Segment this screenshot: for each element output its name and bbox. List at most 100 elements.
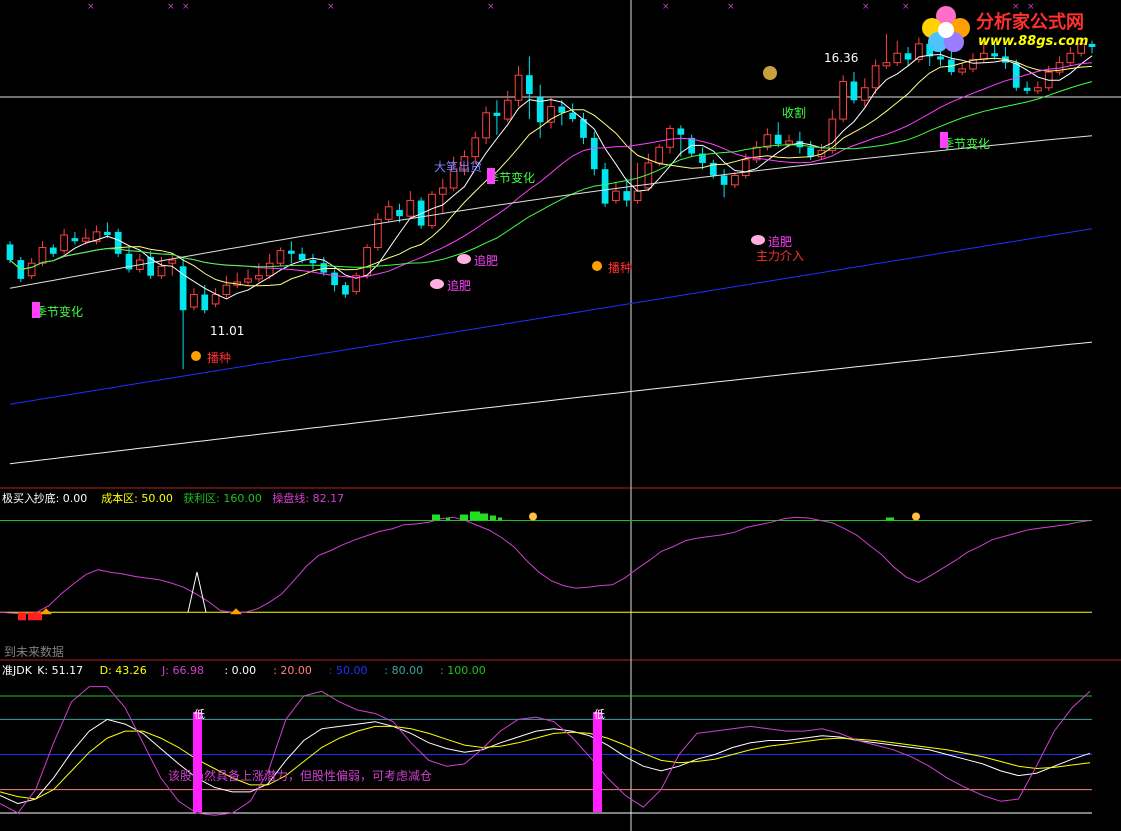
candle-body xyxy=(27,262,36,277)
candle-body xyxy=(871,65,880,89)
profit-bar xyxy=(470,511,480,521)
candle-body xyxy=(396,209,403,217)
runner-icon xyxy=(529,512,537,521)
low-signal-bar xyxy=(593,712,602,812)
low-signal-bar xyxy=(193,712,202,812)
top-marker: × xyxy=(487,2,495,12)
candle-body xyxy=(276,250,285,264)
candle-body xyxy=(774,134,782,145)
candle xyxy=(633,162,642,204)
candle-body xyxy=(785,140,793,145)
chart-annotation-season: 季节变化 xyxy=(35,304,83,319)
candle-body xyxy=(244,278,252,283)
logo-url: www.88gs.com xyxy=(978,34,1089,49)
candle-body xyxy=(741,159,750,176)
candle-body xyxy=(547,106,555,123)
d-line xyxy=(0,725,1091,800)
candle-body xyxy=(342,285,349,295)
candle-body xyxy=(298,253,306,261)
candle xyxy=(135,253,144,273)
stock-chart[interactable]: × × × × × × × × × × × 极买入抄底: 0.00 成本区: 50.00 获利区: 16… xyxy=(0,0,1121,831)
candle-body xyxy=(190,294,198,308)
candle xyxy=(699,147,706,170)
candles xyxy=(6,33,1096,370)
candle-body xyxy=(438,187,447,195)
profit-bar xyxy=(460,514,468,521)
candle-body xyxy=(612,190,620,202)
top-marker: × xyxy=(662,2,670,12)
candle xyxy=(471,131,480,163)
candle-body xyxy=(937,56,944,60)
candle-body xyxy=(590,137,598,170)
money-bag-icon xyxy=(763,66,777,80)
top-marker: × xyxy=(727,2,735,12)
chart-annotation-signal: 主力介入 xyxy=(756,249,804,263)
candle-body xyxy=(601,169,609,204)
candle-body xyxy=(81,237,90,242)
season-marker xyxy=(940,132,948,148)
candle xyxy=(374,213,382,251)
candle-body xyxy=(958,68,967,73)
candle xyxy=(752,141,761,163)
candle-body xyxy=(471,137,480,158)
candle-body xyxy=(882,62,891,67)
logo-title: 分析家公式网 xyxy=(976,12,1084,33)
top-marker: × xyxy=(182,2,190,12)
indicator2-header-item: K: 51.17 xyxy=(37,664,83,677)
ma20-line xyxy=(9,62,1093,279)
candle-body xyxy=(482,112,490,139)
candle-body xyxy=(1023,87,1031,91)
chart-annotation-season: 季节变化 xyxy=(942,136,990,151)
candle-body xyxy=(569,112,576,120)
candle-body xyxy=(904,53,912,60)
indicator2-header-item: J: 66.98 xyxy=(161,664,204,677)
candle xyxy=(331,269,338,292)
top-marker: × xyxy=(167,2,175,12)
candle-body xyxy=(839,80,847,120)
chart-annotation-signal: 收割 xyxy=(782,105,806,120)
candle xyxy=(850,72,858,104)
profit-bar xyxy=(446,517,450,521)
candle xyxy=(590,131,598,176)
candle xyxy=(612,181,620,204)
flower-logo-icon xyxy=(922,6,970,52)
candle-body xyxy=(309,260,317,264)
indicator1-header-item: 获利区: 160.00 xyxy=(183,492,262,505)
candle-body xyxy=(720,175,728,185)
indicator1-header-item: 极买入 xyxy=(2,491,35,505)
candle-body xyxy=(558,106,566,113)
chart-annotation-high: 16.36 xyxy=(824,51,858,65)
candle-body xyxy=(406,200,415,217)
candle xyxy=(720,169,728,198)
candle xyxy=(860,78,869,107)
candle-body xyxy=(503,99,512,120)
candle xyxy=(309,253,317,270)
candle-body xyxy=(623,191,631,201)
candle xyxy=(276,247,285,267)
indicator2-header-item: : 20.00 xyxy=(273,664,312,677)
candle-body xyxy=(526,75,533,94)
candle xyxy=(233,272,242,289)
candle xyxy=(514,65,523,107)
candle xyxy=(1034,81,1042,94)
candle-body xyxy=(114,231,122,254)
profit-bar xyxy=(490,515,496,521)
candle-body xyxy=(1012,62,1020,88)
candle-body xyxy=(796,141,804,148)
indicator1-panel: 极买入抄底: 0.00 成本区: 50.00 获利区: 160.00 操盘线: 82.… xyxy=(0,491,1092,659)
chart-annotation-fertilize: 追肥 xyxy=(768,234,792,249)
candle xyxy=(839,75,847,123)
candle xyxy=(60,228,68,254)
candle-body xyxy=(807,147,815,157)
candle xyxy=(211,288,220,308)
candle xyxy=(342,282,349,298)
candle xyxy=(493,100,501,135)
candle xyxy=(168,253,177,276)
buy-bar xyxy=(18,612,26,621)
candle-body xyxy=(860,87,869,101)
candle-body xyxy=(71,238,79,242)
candle-body xyxy=(893,52,902,64)
ma250-line xyxy=(9,341,1093,465)
bottom-signal-spike xyxy=(187,571,207,613)
ma10-line xyxy=(9,57,1093,287)
